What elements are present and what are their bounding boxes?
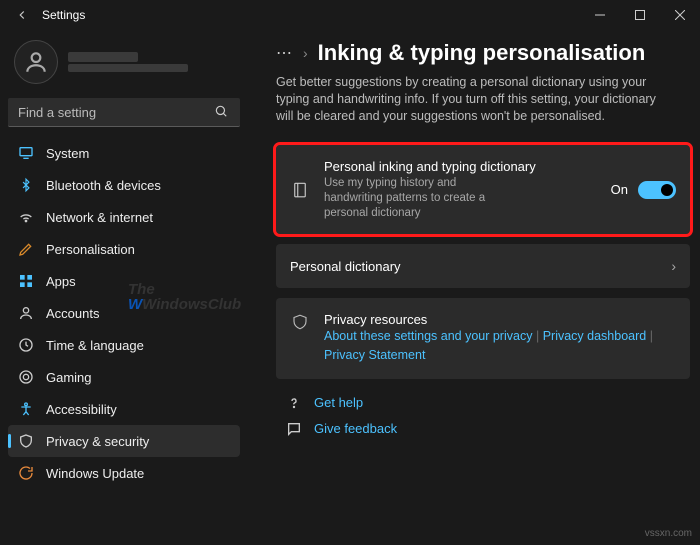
shield-icon [290,312,310,332]
sidebar-item-label: Personalisation [46,242,135,257]
feedback-icon [286,421,302,437]
accounts-icon [18,305,34,321]
sidebar-item-gaming[interactable]: Gaming [8,361,240,393]
breadcrumb-ellipsis[interactable]: ⋯ [276,43,293,63]
sidebar-item-label: Apps [46,274,76,289]
sidebar-item-network[interactable]: Network & internet [8,201,240,233]
apps-icon [18,273,34,289]
link-give-feedback[interactable]: Give feedback [286,421,690,437]
maximize-button[interactable] [620,0,660,30]
sidebar-item-accessibility[interactable]: Accessibility [8,393,240,425]
card-subtitle: Use my typing history and handwriting pa… [324,176,504,221]
footer-link-label: Get help [314,395,363,410]
back-button[interactable] [8,1,36,29]
search-box[interactable] [8,98,240,127]
sidebar-item-update[interactable]: Windows Update [8,457,240,489]
toggle-label: On [611,182,628,197]
personalise-icon [18,241,34,257]
card-personal-dictionary[interactable]: Personal dictionary › [276,244,690,288]
sidebar-item-label: Time & language [46,338,144,353]
profile-name [68,52,138,62]
accessibility-icon [18,401,34,417]
help-icon [286,395,302,411]
display-icon [18,145,34,161]
sidebar-item-label: Windows Update [46,466,144,481]
sidebar-item-bluetooth[interactable]: Bluetooth & devices [8,169,240,201]
footer-link-label: Give feedback [314,421,397,436]
link-privacy-statement[interactable]: Privacy Statement [324,348,425,362]
sidebar-item-label: Accounts [46,306,99,321]
window-controls [580,0,700,30]
gaming-icon [18,369,34,385]
wifi-icon [18,209,34,225]
sidebar-item-label: Bluetooth & devices [46,178,161,193]
sidebar-item-label: Gaming [46,370,92,385]
card-title: Personal inking and typing dictionary [324,159,597,174]
content-area: ⋯ › Inking & typing personalisation Get … [248,30,700,545]
sidebar-item-personalisation[interactable]: Personalisation [8,233,240,265]
close-button[interactable] [660,0,700,30]
link-privacy-dashboard[interactable]: Privacy dashboard [543,329,647,343]
sidebar-item-label: Accessibility [46,402,117,417]
card-privacy-resources: Privacy resources About these settings a… [276,298,690,379]
profile-block[interactable] [8,34,240,94]
time-icon [18,337,34,353]
sidebar-item-privacy[interactable]: Privacy & security [8,425,240,457]
sidebar-item-label: System [46,146,89,161]
link-get-help[interactable]: Get help [286,395,690,411]
chevron-right-icon: › [303,45,308,61]
page-description: Get better suggestions by creating a per… [276,74,676,125]
window-title: Settings [42,8,85,22]
sidebar: System Bluetooth & devices Network & int… [0,30,248,545]
profile-email [68,64,188,72]
breadcrumb: ⋯ › Inking & typing personalisation [276,40,690,66]
card-title: Privacy resources [324,312,676,327]
link-about-settings[interactable]: About these settings and your privacy [324,329,532,343]
dictionary-icon [290,180,310,200]
sidebar-item-label: Privacy & security [46,434,149,449]
chevron-right-icon: › [671,258,676,274]
search-icon [214,104,230,120]
sidebar-item-time[interactable]: Time & language [8,329,240,361]
update-icon [18,465,34,481]
bluetooth-icon [18,177,34,193]
card-inking-toggle: Personal inking and typing dictionary Us… [276,145,690,235]
card-title: Personal dictionary [290,259,657,274]
source-mark: vssxn.com [645,528,692,539]
sidebar-item-apps[interactable]: Apps [8,265,240,297]
sidebar-item-label: Network & internet [46,210,153,225]
sidebar-item-accounts[interactable]: Accounts [8,297,240,329]
minimize-button[interactable] [580,0,620,30]
search-input[interactable] [18,105,214,120]
sidebar-item-system[interactable]: System [8,137,240,169]
privacy-icon [18,433,34,449]
avatar [14,40,58,84]
dictionary-toggle[interactable] [638,181,676,199]
page-title: Inking & typing personalisation [318,40,646,66]
nav-list: System Bluetooth & devices Network & int… [8,137,240,545]
